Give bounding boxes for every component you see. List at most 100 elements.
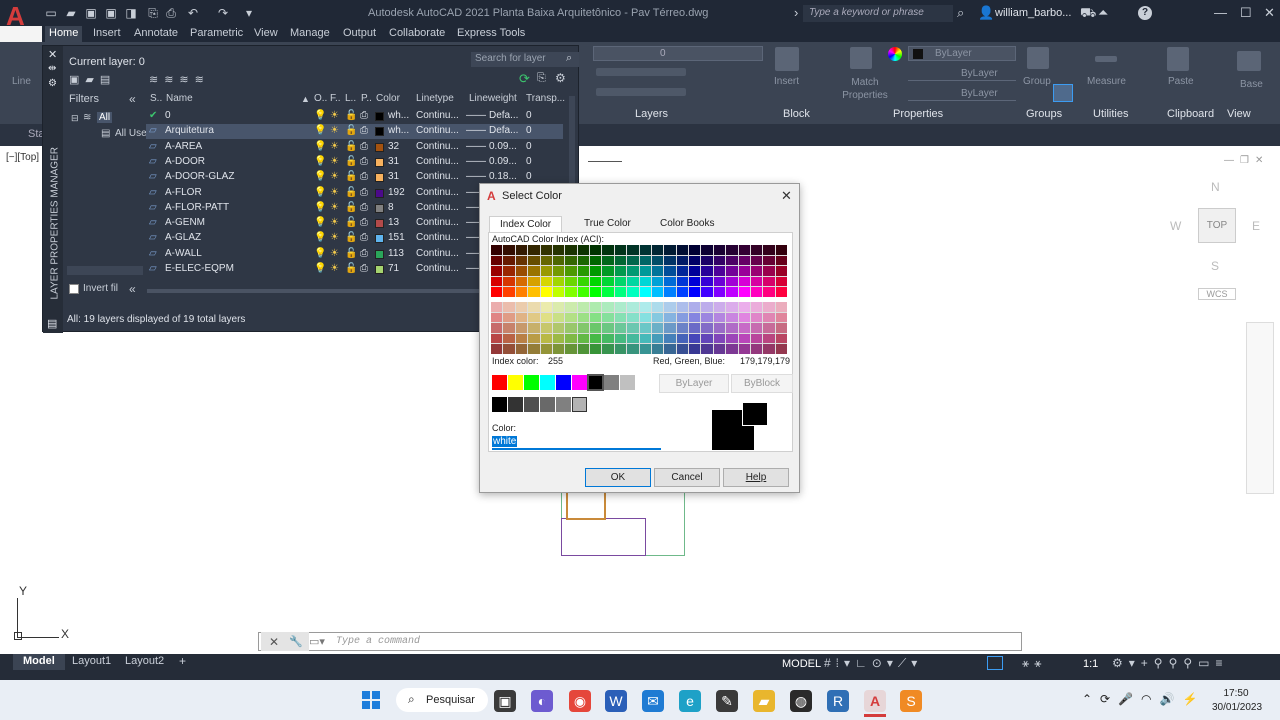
aci-swatch[interactable] [763,245,775,255]
autodesk-app-icon[interactable]: ⏶ [1098,5,1108,21]
aci-swatch[interactable] [726,255,738,266]
tab-express-tools[interactable]: Express Tools [453,26,529,42]
col-lock[interactable]: L.. [345,93,356,104]
tab-color-books[interactable]: Color Books [650,216,724,233]
aci-swatch[interactable] [503,302,515,312]
aci-swatch[interactable] [639,266,651,276]
unlock-icon[interactable]: 🔓 [345,156,357,167]
aci-swatch[interactable] [701,323,713,333]
aci-swatch[interactable] [577,276,589,287]
aci-swatch[interactable] [590,312,602,323]
aci-swatch[interactable] [738,323,750,333]
plot-printer-icon[interactable]: ⎙ [360,171,368,182]
layer-transparency[interactable]: 0 [526,156,532,167]
match-properties-icon[interactable] [850,47,872,69]
export-icon[interactable]: ⎘ [537,72,546,85]
thaw-sun-icon[interactable]: ☀ [330,217,339,228]
gray-shade-swatch[interactable] [556,397,571,412]
aci-swatch[interactable] [713,333,726,344]
aci-swatch[interactable] [515,344,528,354]
cart-icon[interactable]: ⛟ [1080,5,1096,21]
bylayer-button[interactable]: ByLayer [659,374,729,393]
aci-swatch[interactable] [614,266,627,276]
aci-swatch[interactable] [590,344,602,354]
print-icon[interactable]: ⎙ [164,6,178,20]
layer-linetype[interactable]: Continu... [416,187,459,198]
panel-view[interactable]: View [1227,108,1251,120]
aci-swatch[interactable] [614,276,627,287]
aci-swatch[interactable] [627,344,639,354]
taskbar-search-box[interactable]: ⌕ Pesquisar [396,688,488,712]
chat-icon[interactable]: ◐ [531,690,553,712]
aci-swatch[interactable] [614,255,627,266]
aci-swatch[interactable] [775,323,787,333]
layer-color[interactable]: 71 [388,263,399,274]
measure-label[interactable]: Measure [1087,76,1126,87]
aci-swatch[interactable] [689,302,701,312]
aci-swatch[interactable] [651,276,664,287]
aci-swatch[interactable] [639,323,651,333]
layer-row[interactable]: ▱ A-DOOR 💡 ☀ 🔓 ⎙ 31 Continu... —— 0.09... 0 [146,155,563,170]
save-icon[interactable]: ▣ [84,6,98,20]
palette-settings-icon[interactable]: ⚙ [48,78,57,89]
wcs-menu[interactable]: WCS [1198,288,1236,300]
standard-colors-row[interactable] [492,374,635,391]
plot-printer-icon[interactable]: ⎙ [360,110,368,121]
aci-swatch[interactable] [750,266,763,276]
viewport-controls-icon[interactable]: —❐✕ [1224,155,1269,166]
aci-swatch[interactable] [713,266,726,276]
paste-icon[interactable] [1167,47,1189,71]
aci-swatch[interactable] [689,276,701,287]
plot-printer-icon[interactable]: ⎙ [360,187,368,198]
aci-swatch[interactable] [726,323,738,333]
aci-swatch[interactable] [639,255,651,266]
layer-name[interactable]: A-FLOR [165,187,202,198]
aci-swatch[interactable] [701,333,713,344]
aci-swatch[interactable] [491,266,503,276]
aci-swatch[interactable] [639,302,651,312]
aci-swatch[interactable] [689,312,701,323]
aci-swatch[interactable] [750,344,763,354]
aci-swatch[interactable] [775,255,787,266]
unlock-icon[interactable]: 🔓 [345,141,357,152]
gray-shade-swatch[interactable] [492,397,507,412]
aci-swatch[interactable] [738,276,750,287]
aci-swatch[interactable] [503,287,515,297]
aci-swatch[interactable] [701,302,713,312]
aci-swatch[interactable] [552,266,565,276]
aci-swatch[interactable] [503,312,515,323]
aci-swatch[interactable] [602,255,614,266]
tab-manage[interactable]: Manage [286,26,334,42]
aci-swatch[interactable] [726,333,738,344]
aci-swatch[interactable] [590,333,602,344]
aci-swatch[interactable] [503,333,515,344]
aci-swatch[interactable] [577,333,589,344]
base-label[interactable]: Base [1240,79,1263,90]
plot-printer-icon[interactable]: ⎙ [360,217,368,228]
col-transparency[interactable]: Transp... [526,93,565,104]
aci-swatch[interactable] [713,323,726,333]
aci-swatch[interactable] [750,245,763,255]
aci-swatch[interactable] [664,266,676,276]
aci-swatch[interactable] [491,312,503,323]
on-bulb-icon[interactable]: 💡 [314,187,326,198]
undo-icon[interactable]: ↶ [186,6,200,20]
aci-swatch[interactable] [491,344,503,354]
thaw-sun-icon[interactable]: ☀ [330,263,339,274]
clock-date[interactable]: 30/01/2023 [1212,702,1262,713]
web-mobile-icon[interactable]: ◨ [124,6,138,20]
aci-swatch[interactable] [565,255,577,266]
aci-swatch[interactable] [614,333,627,344]
aci-swatch[interactable] [627,312,639,323]
workspace-settings-icons[interactable]: ⚙▾+⚲⚲⚲▭≡ [1112,656,1229,670]
layer-color[interactable]: 32 [388,141,399,152]
tab-true-color[interactable]: True Color [574,216,641,233]
aci-swatch[interactable] [540,344,552,354]
minimize-icon[interactable]: — [1214,5,1227,21]
aci-swatch[interactable] [676,344,688,354]
layer-lineweight[interactable]: 0.18... [489,171,517,182]
aci-swatch[interactable] [552,287,565,297]
panel-layers[interactable]: Layers [635,108,668,120]
aci-swatch[interactable] [763,276,775,287]
aci-swatch[interactable] [701,255,713,266]
